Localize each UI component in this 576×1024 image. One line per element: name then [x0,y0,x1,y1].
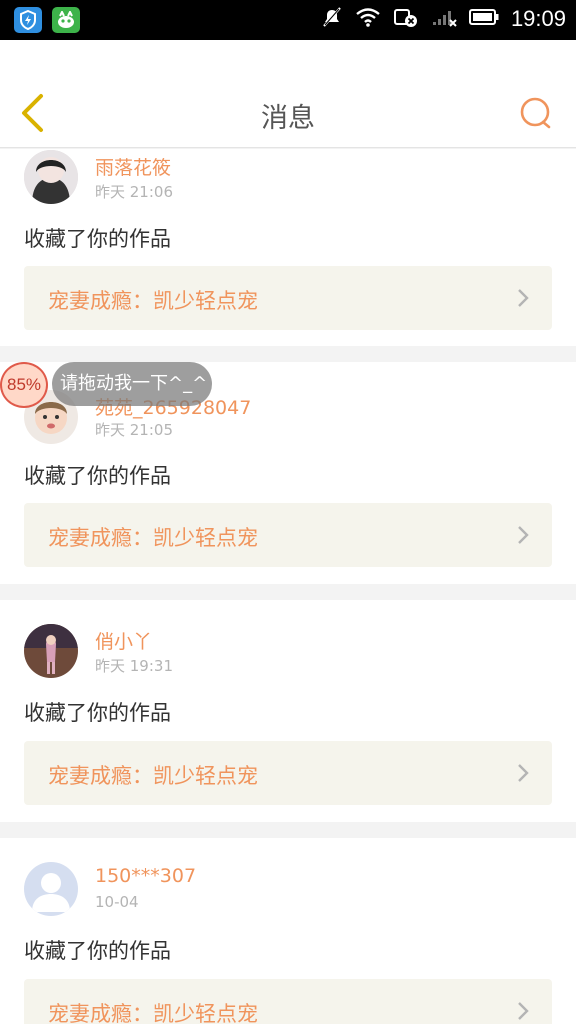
username[interactable]: 俏小丫 [95,627,152,654]
work-title: 宠妻成瘾：凯少轻点宠 [48,289,258,313]
chevron-right-icon [518,1002,529,1020]
work-link[interactable]: 宠妻成瘾：凯少轻点宠 [24,741,552,805]
action-text: 收藏了你的作品 [24,939,171,963]
drag-tip: 请拖动我一下^_^ [52,362,212,406]
work-link[interactable]: 宠妻成瘾：凯少轻点宠 [24,979,552,1024]
game-app-icon [52,7,80,33]
battery-icon [468,8,499,30]
username[interactable]: 150***307 [95,865,196,887]
chevron-right-icon [518,526,529,544]
message-list: 雨落花筱 昨天 21:06 收藏了你的作品 宠妻成瘾：凯少轻点宠 苑苑_2659… [0,149,576,1024]
message-item[interactable]: 150***307 10-04 收藏了你的作品 宠妻成瘾：凯少轻点宠 [0,838,576,1024]
signal-icon [431,7,457,31]
work-title: 宠妻成瘾：凯少轻点宠 [48,1002,258,1024]
chevron-right-icon [518,764,529,782]
avatar[interactable] [24,150,78,204]
avatar[interactable] [24,624,78,678]
percent-badge[interactable]: 85% [0,362,48,408]
action-text: 收藏了你的作品 [24,464,171,488]
work-link[interactable]: 宠妻成瘾：凯少轻点宠 [24,503,552,567]
username[interactable]: 雨落花筱 [95,153,171,180]
work-link[interactable]: 宠妻成瘾：凯少轻点宠 [24,266,552,330]
search-button[interactable] [518,95,554,131]
message-item[interactable]: 俏小丫 昨天 19:31 收藏了你的作品 宠妻成瘾：凯少轻点宠 [0,600,576,822]
message-time: 昨天 21:06 [95,183,173,201]
security-app-icon [14,7,42,33]
avatar[interactable] [24,862,78,916]
work-title: 宠妻成瘾：凯少轻点宠 [48,526,258,550]
chat-bubble-icon [520,97,551,129]
chevron-right-icon [518,289,529,307]
wifi-icon [355,7,381,31]
page-title: 消息 [261,103,315,134]
action-text: 收藏了你的作品 [24,701,171,725]
action-text: 收藏了你的作品 [24,227,171,251]
message-time: 10-04 [95,893,139,911]
no-sim-icon [393,6,419,32]
status-time: 19:09 [510,6,566,31]
work-title: 宠妻成瘾：凯少轻点宠 [48,764,258,788]
message-time: 昨天 19:31 [95,657,173,675]
header: 消息 [0,40,576,148]
message-item[interactable]: 雨落花筱 昨天 21:06 收藏了你的作品 宠妻成瘾：凯少轻点宠 [0,149,576,346]
message-time: 昨天 21:05 [95,421,173,439]
mute-icon [321,6,343,32]
status-bar: 19:09 [0,0,576,40]
